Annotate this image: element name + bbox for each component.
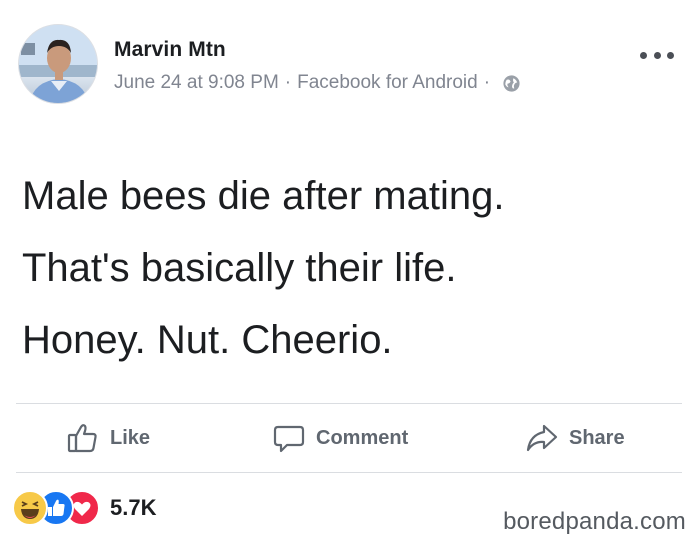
dot: [653, 51, 661, 59]
facebook-post: Marvin Mtn June 24 at 9:08 PM · Facebook…: [0, 0, 700, 545]
dot: [667, 51, 674, 59]
like-button[interactable]: Like: [66, 420, 150, 456]
more-options-icon[interactable]: [640, 48, 674, 62]
share-button[interactable]: Share: [525, 420, 625, 456]
divider: [16, 472, 682, 473]
post-line: Honey. Nut. Cheerio.: [22, 318, 393, 362]
globe-icon[interactable]: [502, 74, 521, 93]
avatar[interactable]: [18, 24, 98, 104]
dot: [640, 51, 647, 59]
post-source: Facebook for Android: [297, 72, 478, 93]
post-line: That's basically their life.: [22, 246, 457, 290]
divider: [16, 403, 682, 404]
haha-reaction-icon: [12, 490, 48, 526]
author-name[interactable]: Marvin Mtn: [114, 38, 226, 62]
watermark: boredpanda.com: [503, 508, 686, 535]
post-line: Male bees die after mating.: [22, 174, 505, 218]
post-timestamp[interactable]: June 24 at 9:08 PM: [114, 72, 279, 94]
profile-photo: [19, 25, 97, 103]
post-body: Male bees die after mating. That's basic…: [22, 160, 504, 376]
post-meta: June 24 at 9:08 PM · Facebook for Androi…: [114, 72, 521, 94]
comment-label: Comment: [316, 426, 409, 449]
reaction-count[interactable]: 5.7K: [110, 495, 156, 521]
reactions-summary[interactable]: 5.7K: [12, 489, 156, 527]
comment-bubble-icon: [273, 425, 305, 453]
meta-separator: ·: [284, 72, 292, 93]
share-arrow-icon: [526, 424, 558, 452]
comment-button[interactable]: Comment: [272, 420, 408, 456]
like-label: Like: [110, 426, 151, 449]
meta-separator-2: ·: [483, 72, 491, 93]
share-label: Share: [569, 426, 625, 449]
thumbs-up-icon: [67, 424, 97, 453]
